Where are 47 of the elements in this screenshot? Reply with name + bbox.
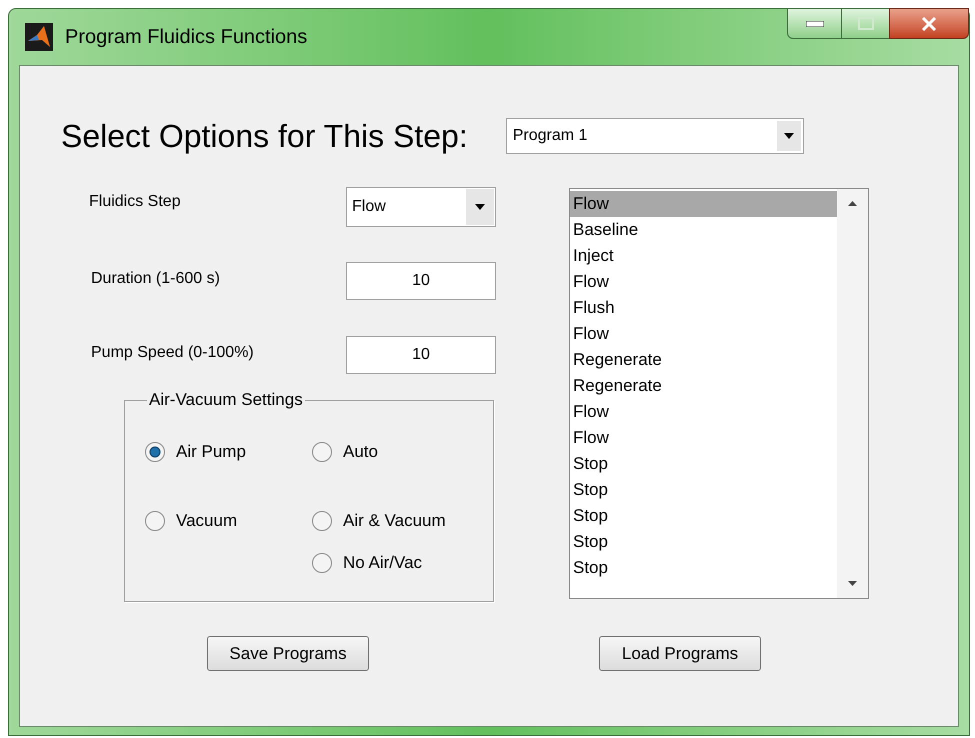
fluidics-step-dropdown[interactable]: Flow xyxy=(346,187,496,227)
minimize-icon xyxy=(806,20,824,26)
list-item[interactable]: Flow xyxy=(570,399,837,425)
list-item[interactable]: Inject xyxy=(570,243,837,269)
action-button[interactable]: Save Programs xyxy=(207,636,369,671)
radio-button[interactable] xyxy=(144,441,166,463)
program-dropdown[interactable]: Program 1 xyxy=(506,118,804,154)
list-item[interactable]: Flow xyxy=(570,321,837,347)
list-item[interactable]: Baseline xyxy=(570,217,837,243)
scroll-down-icon[interactable] xyxy=(848,581,857,586)
list-item[interactable]: Flow xyxy=(570,191,837,217)
caret-icon xyxy=(475,204,485,210)
radio-button[interactable] xyxy=(311,552,333,574)
duration-field[interactable]: 10 xyxy=(346,262,496,300)
minimize-button[interactable] xyxy=(787,8,842,39)
radio-button[interactable] xyxy=(311,510,333,532)
maximize-icon xyxy=(858,17,874,30)
close-icon xyxy=(921,16,937,30)
radio-button[interactable] xyxy=(144,510,166,532)
action-button[interactable]: Load Programs xyxy=(599,636,761,671)
list-item[interactable]: Stop xyxy=(570,503,837,529)
radio-option[interactable]: Air Pump xyxy=(144,423,311,481)
list-item[interactable]: Stop xyxy=(570,529,837,555)
field-label: Fluidics Step xyxy=(89,192,182,212)
list-item[interactable]: Regenerate xyxy=(570,373,837,399)
list-item[interactable]: Stop xyxy=(570,451,837,477)
steps-list[interactable]: Flow Baseline Inject Flow Flush Flow Regenerate Regenerate Flow Flow Stop Stop Stop Stop Stop xyxy=(569,188,869,599)
field-label: Pump Speed (0-100%) xyxy=(91,343,255,363)
list-item[interactable]: Stop xyxy=(570,477,837,503)
scrollbar[interactable] xyxy=(837,189,868,598)
list-item[interactable]: Flow xyxy=(570,425,837,451)
caret-icon xyxy=(784,133,794,139)
scroll-up-icon[interactable] xyxy=(848,201,857,206)
heading: Select Options for This Step: xyxy=(61,120,468,152)
field-label: Duration (1-600 s) xyxy=(91,269,221,289)
list-item[interactable]: Regenerate xyxy=(570,347,837,373)
maximize-button[interactable] xyxy=(842,8,889,39)
list-item[interactable]: Stop xyxy=(570,555,837,581)
radio-button[interactable] xyxy=(311,441,333,463)
radio-option[interactable]: Vacuum xyxy=(144,492,311,550)
list-item[interactable]: Flow xyxy=(570,269,837,295)
app-logo-icon xyxy=(25,23,53,51)
list-item[interactable]: Flush xyxy=(570,295,837,321)
window-title: Program Fluidics Functions xyxy=(65,25,308,50)
close-button[interactable] xyxy=(889,8,969,39)
pump-speed-field[interactable]: 10 xyxy=(346,336,496,374)
radio-option[interactable]: Auto xyxy=(311,423,446,481)
